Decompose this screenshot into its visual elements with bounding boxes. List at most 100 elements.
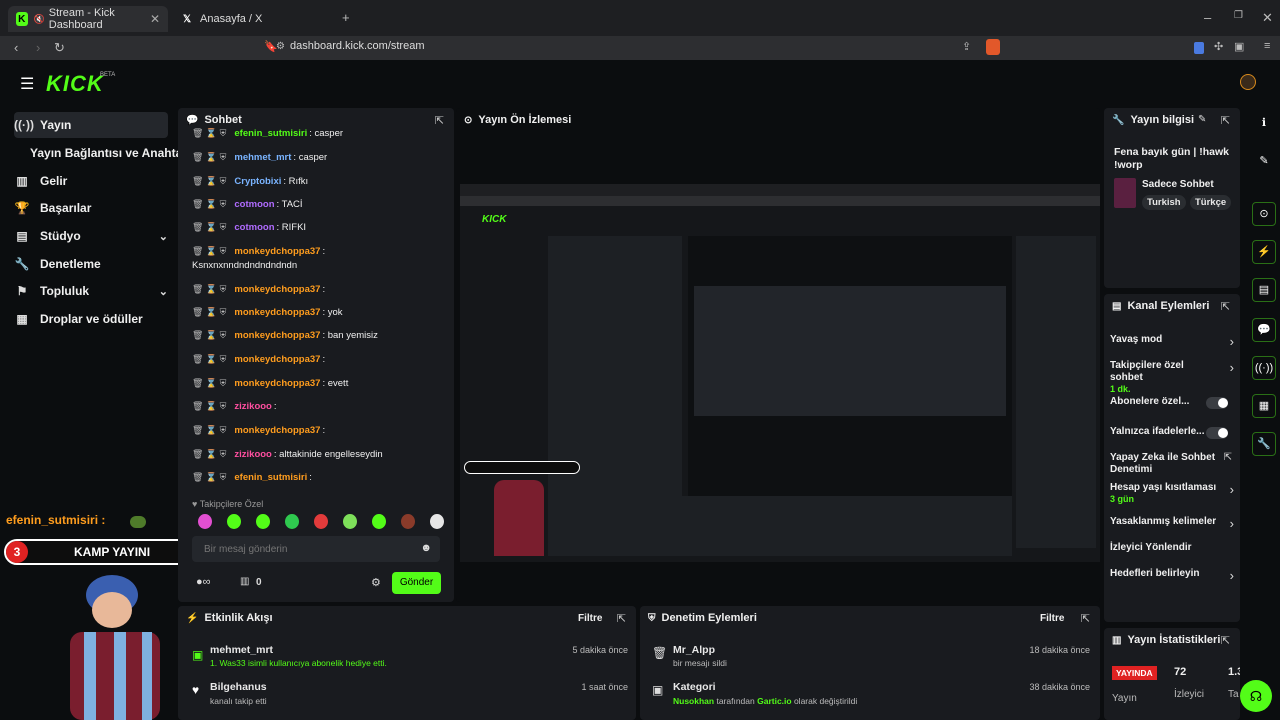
channel-action-row[interactable]: Hedefleri belirleyin › (1110, 568, 1234, 583)
send-button[interactable]: Gönder (392, 572, 441, 594)
emote-button[interactable] (256, 514, 270, 529)
chat-username[interactable]: efenin_sutmisiri (234, 472, 307, 483)
nav-item-drops[interactable]: ▦ Droplar ve ödüller (14, 306, 168, 332)
channel-action-row[interactable]: Yalnızca ifadelerle... (1110, 426, 1234, 439)
site-settings-icon[interactable]: ⚙ (276, 41, 285, 52)
extension-icon[interactable] (1194, 42, 1204, 54)
chevron-right-icon[interactable]: › (1230, 360, 1234, 375)
nav-item-community[interactable]: ⚑ Topluluk ⌄ (14, 278, 168, 304)
minimize-icon[interactable]: – (1204, 10, 1211, 25)
activity-user[interactable]: Bilgehanus (210, 681, 267, 693)
nav-item-studio[interactable]: ▤ Stüdyo ⌄ (14, 223, 168, 249)
chat-settings-icon[interactable]: ⚙ (371, 576, 381, 589)
emote-button[interactable] (285, 514, 299, 529)
mod-actions-icon[interactable]: 🗑 ⌛ ⛨ (192, 152, 226, 163)
mod-actions-icon[interactable]: 🗑 ⌛ ⛨ (192, 128, 226, 139)
chat-username[interactable]: mehmet_mrt (234, 152, 291, 163)
chat-username[interactable]: cotmoon (234, 222, 274, 233)
forward-icon[interactable]: › (36, 40, 40, 55)
support-button[interactable]: ☊ (1240, 680, 1272, 712)
emote-button[interactable] (401, 514, 415, 529)
tag[interactable]: Türkçe (1190, 195, 1232, 210)
mod-actions-icon[interactable]: 🗑 ⌛ ⛨ (192, 284, 226, 295)
document-icon[interactable]: ▤ (1252, 278, 1276, 302)
chat-username[interactable]: zizikooo (234, 401, 271, 412)
popout-icon[interactable]: ⇱ (1081, 612, 1090, 625)
mod-actions-icon[interactable]: 🗑 ⌛ ⛨ (192, 222, 226, 233)
chat-username[interactable]: monkeydchoppa37 (234, 354, 320, 365)
broadcast-icon[interactable]: ((·)) (1252, 356, 1276, 380)
tag[interactable]: Turkish (1142, 195, 1186, 210)
mod-actions-icon[interactable]: 🗑 ⌛ ⛨ (192, 176, 226, 187)
mod-actions-icon[interactable]: 🗑 ⌛ ⛨ (192, 199, 226, 210)
hamburger-menu-icon[interactable]: ☰ (20, 74, 34, 94)
store-icon[interactable]: ▥ (240, 576, 249, 587)
chat-username[interactable]: cotmoon (234, 199, 274, 210)
camera-icon[interactable]: ⊙ (1252, 202, 1276, 226)
edit-icon[interactable]: ✎ (1198, 114, 1206, 125)
chat-icon[interactable]: 💬 (1252, 318, 1276, 342)
restore-icon[interactable]: ❐ (1234, 10, 1243, 21)
chevron-right-icon[interactable]: › (1230, 482, 1234, 497)
popout-icon[interactable]: ⇱ (435, 114, 444, 127)
chevron-right-icon[interactable]: › (1230, 568, 1234, 583)
emote-button[interactable] (227, 514, 241, 529)
kick-logo[interactable]: KICK (46, 71, 104, 97)
mod-actions-icon[interactable]: 🗑 ⌛ ⛨ (192, 246, 226, 257)
pencil-icon[interactable]: ✎ (1252, 150, 1276, 174)
nav-item-moderation[interactable]: 🔧 Denetleme (14, 251, 168, 277)
moderation-filter-button[interactable]: Filtre (1040, 613, 1064, 624)
emote-button[interactable] (198, 514, 212, 529)
chat-username[interactable]: Cryptobixi (234, 176, 281, 187)
chat-username[interactable]: monkeydchoppa37 (234, 307, 320, 318)
chevron-down-icon[interactable]: ⌄ (159, 230, 168, 243)
external-link-icon[interactable]: ⇱ (1224, 452, 1232, 463)
puzzle-icon[interactable]: ✣ (1214, 40, 1223, 53)
menu-icon[interactable]: ≡ (1264, 40, 1270, 52)
mod-actions-icon[interactable]: 🗑 ⌛ ⛨ (192, 425, 226, 436)
nav-item-stream[interactable]: ((·)) Yayın (14, 112, 168, 138)
mod-actions-icon[interactable]: 🗑 ⌛ ⛨ (192, 378, 226, 389)
tab-x-home[interactable]: 𝕏 Anasayfa / X (172, 6, 332, 32)
channel-action-row[interactable]: İzleyici Yönlendir (1110, 542, 1234, 554)
mod-actions-icon[interactable]: 🗑 ⌛ ⛨ (192, 449, 226, 460)
lightning-icon[interactable]: ⚡ (1252, 240, 1276, 264)
chat-username[interactable]: zizikooo (234, 449, 271, 460)
channel-action-row[interactable]: Hesap yaşı kısıtlaması 3 gün › (1110, 482, 1234, 504)
popout-icon[interactable]: ⇱ (1221, 114, 1230, 127)
tab-kick-dashboard[interactable]: K 🔇 Stream - Kick Dashboard ✕ (8, 6, 168, 32)
chat-username[interactable]: monkeydchoppa37 (234, 425, 320, 436)
mod-actions-icon[interactable]: 🗑 ⌛ ⛨ (192, 354, 226, 365)
chat-username[interactable]: efenin_sutmisiri (234, 128, 307, 139)
moderation-user[interactable]: Mr_Alpp (673, 644, 715, 656)
close-tab-icon[interactable]: ✕ (150, 12, 160, 26)
share-icon[interactable]: ⇪ (962, 40, 971, 53)
mod-actions-icon[interactable]: 🗑 ⌛ ⛨ (192, 330, 226, 341)
muted-speaker-icon[interactable]: 🔇 (34, 14, 45, 25)
wrench-icon[interactable]: 🔧 (1252, 432, 1276, 456)
emote-button[interactable] (314, 514, 328, 529)
channel-action-row[interactable]: Yasaklanmış kelimeler › (1110, 516, 1234, 531)
popout-icon[interactable]: ⇱ (617, 612, 626, 625)
channel-action-row[interactable]: Abonelere özel... (1110, 396, 1234, 409)
wallet-icon[interactable]: ▣ (1234, 40, 1244, 53)
nav-item-stream-key[interactable]: Yayın Bağlantısı ve Anahtarı (30, 140, 190, 166)
detail-target[interactable]: Gartic.io (757, 696, 791, 706)
chat-input[interactable] (192, 536, 412, 562)
chat-username[interactable]: monkeydchoppa37 (234, 330, 320, 341)
popout-icon[interactable]: ⇱ (1221, 634, 1230, 647)
reload-icon[interactable]: ↻ (54, 40, 65, 56)
chat-username[interactable]: monkeydchoppa37 (234, 284, 320, 295)
toggle-switch[interactable] (1206, 397, 1228, 409)
url-field[interactable]: dashboard.kick.com/stream (290, 40, 425, 52)
moderation-user[interactable]: Kategori (673, 681, 716, 693)
close-window-icon[interactable]: ✕ (1262, 10, 1273, 26)
emoji-picker-icon[interactable]: ☻ (420, 542, 432, 554)
channel-action-row[interactable]: Yapay Zeka ile Sohbet Denetimi ⇱ (1110, 452, 1234, 476)
nav-item-achievements[interactable]: 🏆 Başarılar (14, 195, 168, 221)
popout-icon[interactable]: ⇱ (1221, 300, 1230, 313)
chat-username[interactable]: monkeydchoppa37 (234, 246, 320, 257)
emote-button[interactable] (372, 514, 386, 529)
new-tab-icon[interactable]: + (342, 10, 350, 25)
mod-actions-icon[interactable]: 🗑 ⌛ ⛨ (192, 472, 226, 483)
